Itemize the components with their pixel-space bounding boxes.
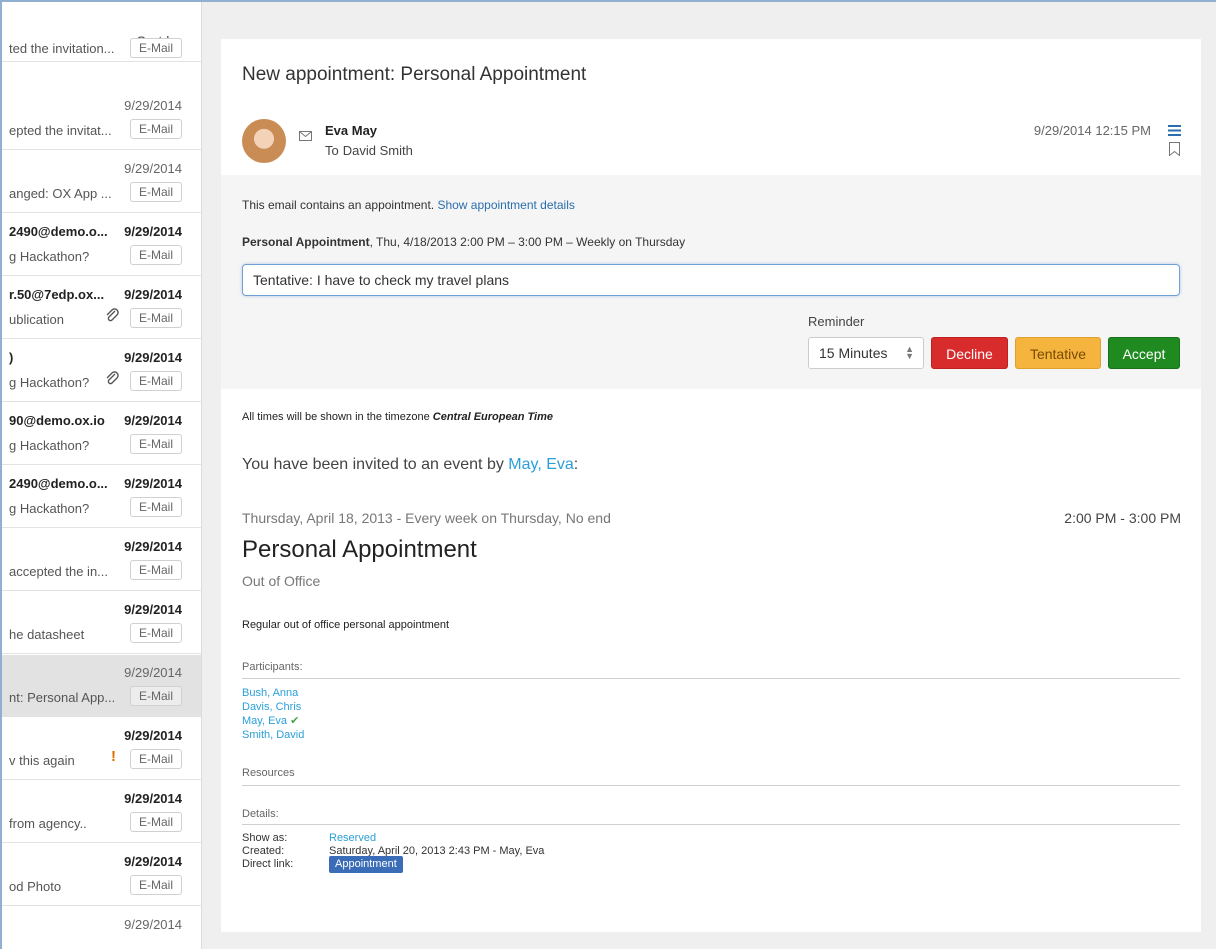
window-frame xyxy=(0,0,1216,949)
